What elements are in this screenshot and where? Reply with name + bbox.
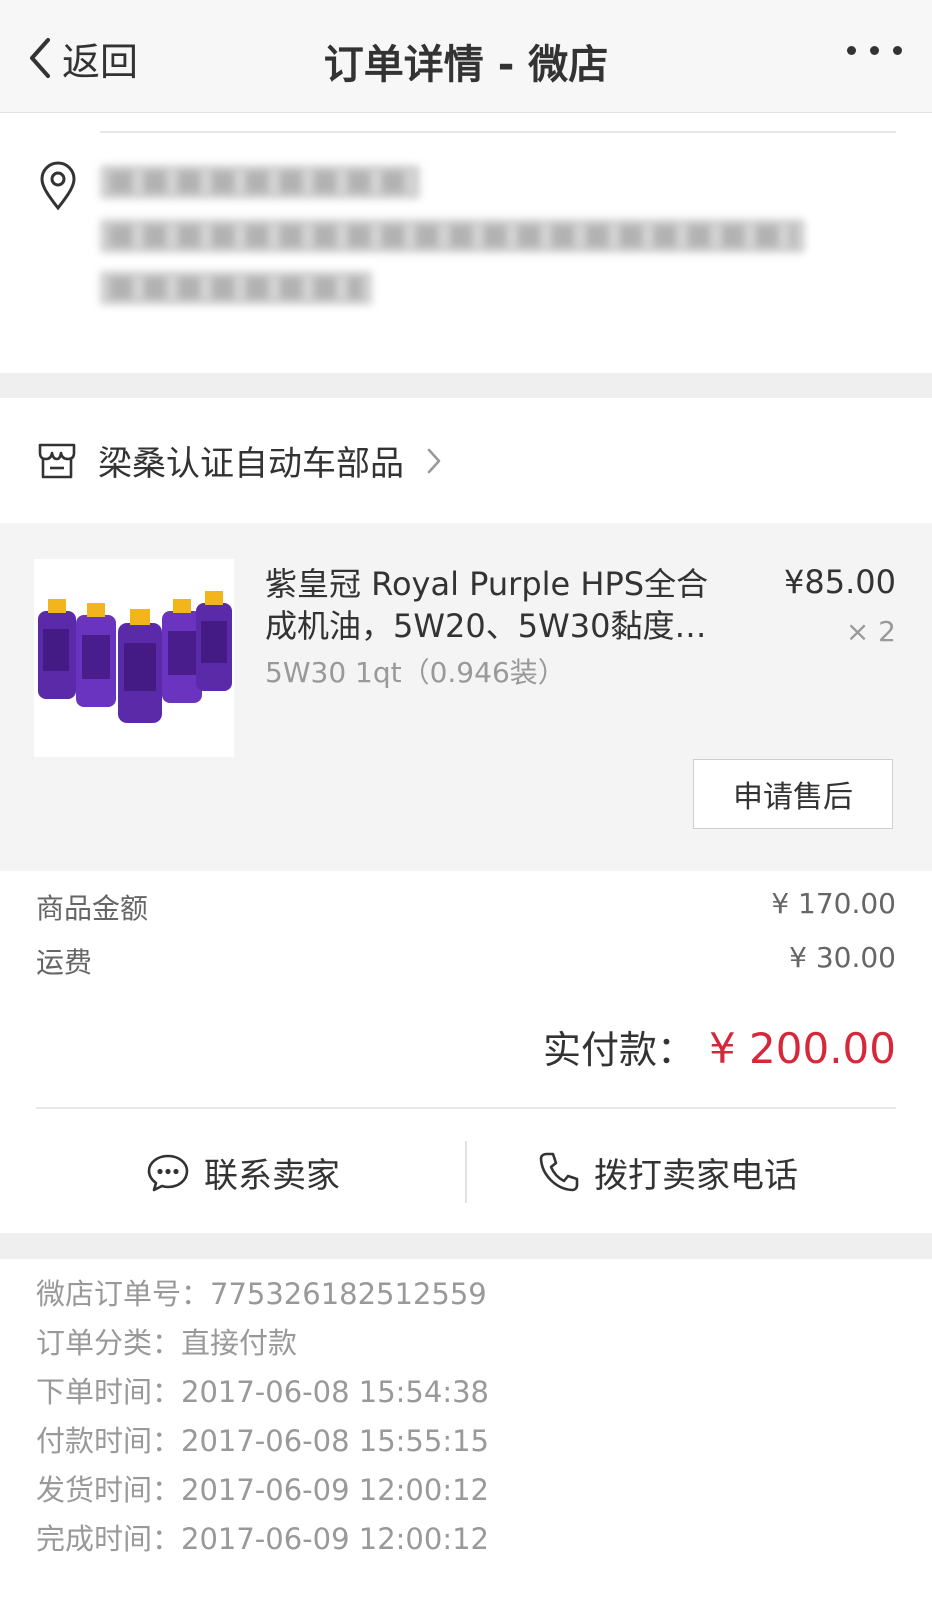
shipping-time: 发货时间：2017-06-09 12:00:12	[36, 1473, 489, 1507]
location-pin-icon	[40, 161, 76, 211]
chevron-right-icon	[427, 448, 441, 473]
shipping-address	[0, 113, 932, 373]
product-image[interactable]	[34, 559, 234, 757]
order-type: 订单分类：直接付款	[36, 1326, 298, 1360]
shop-icon	[38, 443, 76, 478]
contact-seller-button[interactable]: 联系卖家	[146, 1111, 340, 1233]
phone-icon	[539, 1152, 579, 1192]
divider	[465, 1141, 467, 1203]
chat-icon	[147, 1154, 189, 1192]
divider	[36, 1107, 896, 1109]
section-gap	[0, 373, 932, 398]
total-paid-label: 实付款：	[542, 1028, 695, 1072]
shop-name: 梁桑认证自动车部品	[98, 444, 404, 484]
goods-amount-row: 商品金额 ¥ 170.00	[36, 887, 896, 927]
address-redacted-name	[100, 165, 420, 199]
price-summary: 商品金额 ¥ 170.00 运费 ¥ 30.00 实付款： ¥ 200.00	[0, 871, 932, 1111]
contact-bar: 联系卖家 拨打卖家电话	[0, 1111, 932, 1233]
product-price: ¥85.00	[784, 563, 896, 601]
order-created-time: 下单时间：2017-06-08 15:54:38	[36, 1375, 489, 1409]
payment-time: 付款时间：2017-06-08 15:55:15	[36, 1424, 489, 1458]
call-seller-button[interactable]: 拨打卖家电话	[538, 1111, 798, 1233]
page-title: 订单详情 - 微店	[323, 42, 609, 88]
goods-amount-value: ¥ 170.00	[771, 887, 896, 920]
product-card: 紫皇冠 Royal Purple HPS全合成机油，5W20、5W30黏度… 5…	[0, 523, 932, 871]
contact-seller-label: 联系卖家	[204, 1155, 340, 1196]
shipping-fee-value: ¥ 30.00	[789, 941, 896, 974]
completed-time: 完成时间：2017-06-09 12:00:12	[36, 1522, 489, 1556]
shipping-fee-row: 运费 ¥ 30.00	[36, 941, 896, 981]
after-sale-button[interactable]: 申请售后	[693, 759, 893, 829]
divider	[100, 131, 896, 133]
nav-bar: 返回 订单详情 - 微店	[0, 0, 932, 113]
shop-row[interactable]: 梁桑认证自动车部品	[0, 398, 932, 523]
product-title[interactable]: 紫皇冠 Royal Purple HPS全合成机油，5W20、5W30黏度…	[265, 563, 735, 647]
total-paid-row: 实付款： ¥ 200.00	[543, 1019, 896, 1074]
order-details: 微店订单号：775326182512559 订单分类：直接付款 下单时间：201…	[0, 1259, 932, 1600]
order-number: 微店订单号：775326182512559	[36, 1277, 487, 1311]
address-redacted-line	[100, 219, 805, 253]
shipping-fee-label: 运费	[36, 946, 93, 979]
product-quantity: × 2	[845, 615, 896, 648]
section-gap	[0, 1233, 932, 1259]
total-paid-value: ¥ 200.00	[708, 1024, 896, 1073]
product-variant: 5W30 1qt（0.946装）	[265, 656, 566, 689]
call-seller-label: 拨打卖家电话	[594, 1155, 798, 1196]
more-icon[interactable]	[847, 46, 902, 55]
goods-amount-label: 商品金额	[36, 892, 149, 925]
address-redacted-line	[100, 271, 372, 305]
